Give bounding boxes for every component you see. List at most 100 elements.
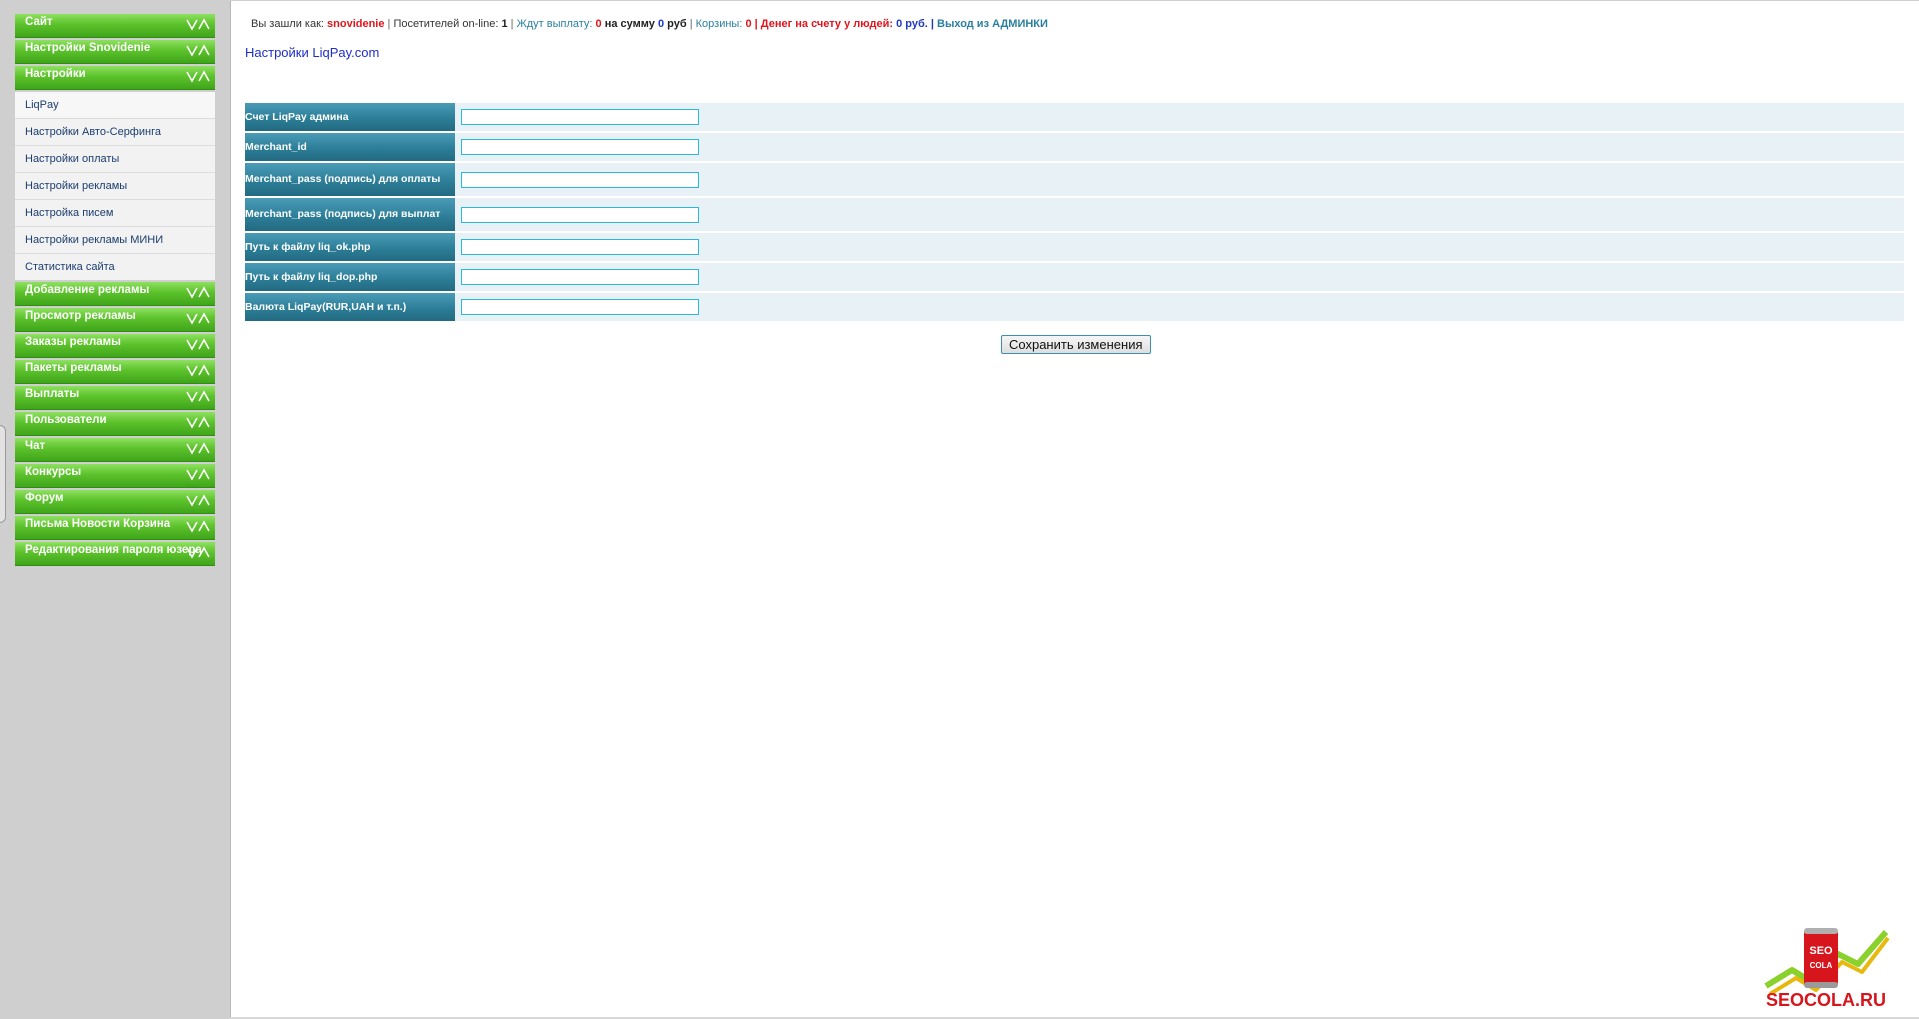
waiting-payout-label[interactable]: Ждут выплату: — [517, 18, 593, 30]
chevron-down-icon — [186, 312, 210, 325]
separator: | — [689, 18, 693, 30]
menu-group-label: Конкурсы — [25, 466, 82, 478]
sidebar-item-ad-settings[interactable]: Настройки рекламы — [15, 173, 215, 200]
menu-group-contests[interactable]: Конкурсы — [15, 464, 215, 488]
menu-group-label: Просмотр рекламы — [25, 310, 136, 322]
separator: | — [387, 18, 391, 30]
chevron-down-icon — [186, 338, 210, 351]
logo-can-text-bottom: COLA — [1810, 961, 1833, 970]
field-label: Merchant_pass (подпись) для оплаты — [245, 163, 455, 196]
separator: | — [930, 18, 934, 30]
form-row: Путь к файлу liq_ok.php — [245, 233, 1904, 261]
menu-group-chat[interactable]: Чат — [15, 438, 215, 462]
menu-group-label: Настройки — [25, 68, 86, 80]
side-tab-handle[interactable] — [0, 425, 6, 523]
admin-account-input[interactable] — [461, 109, 699, 125]
settings-submenu: LiqPay Настройки Авто-Серфинга Настройки… — [15, 92, 215, 280]
status-bar: Вы зашли как: snovidenie | Посетителей o… — [251, 18, 1048, 30]
menu-group-add-ads[interactable]: Добавление рекламы — [15, 282, 215, 306]
exit-admin-link[interactable]: Выход из АДМИНКИ — [937, 18, 1048, 30]
carts-count: 0 — [745, 18, 752, 30]
menu-group-site[interactable]: Сайт — [15, 14, 215, 38]
menu-group-label: Настройки Snovidenie — [25, 42, 151, 54]
money-on-accounts-label: | Денег на счету у людей: — [754, 18, 894, 30]
field-label: Путь к файлу liq_ok.php — [245, 233, 455, 261]
chevron-down-icon — [186, 494, 210, 507]
form-row: Валюта LiqPay(RUR,UAH и т.п.) — [245, 293, 1904, 321]
carts-label[interactable]: Корзины: — [696, 18, 743, 30]
field-cell — [455, 263, 1904, 291]
sidebar-item-mini-ad-settings[interactable]: Настройки рекламы МИНИ — [15, 227, 215, 254]
chevron-down-icon — [186, 286, 210, 299]
merchant-pass-payout-input[interactable] — [461, 206, 699, 223]
sidebar-menu: Сайт Настройки Snovidenie Настройки LiqP… — [15, 14, 215, 568]
field-label: Валюта LiqPay(RUR,UAH и т.п.) — [245, 293, 455, 321]
menu-group-label: Выплаты — [25, 388, 80, 400]
form-row: Merchant_pass (подпись) для оплаты — [245, 163, 1904, 196]
chevron-down-icon — [186, 520, 210, 533]
logo-can-text-top: SEO — [1809, 945, 1833, 957]
sidebar-item-payment-settings[interactable]: Настройки оплаты — [15, 146, 215, 173]
menu-group-label: Письма Новости Корзина — [25, 518, 171, 530]
menu-group-label: Редактирования пароля юзера — [25, 544, 202, 556]
menu-group-user-password-edit[interactable]: Редактирования пароля юзера — [15, 542, 215, 566]
menu-group-label: Пакеты рекламы — [25, 362, 122, 374]
field-cell — [455, 198, 1904, 231]
form-row: Путь к файлу liq_dop.php — [245, 263, 1904, 291]
logged-in-label: Вы зашли как: — [251, 18, 324, 30]
main-content: Вы зашли как: snovidenie | Посетителей o… — [230, 1, 1919, 1019]
menu-group-users[interactable]: Пользователи — [15, 412, 215, 436]
liq-ok-path-input[interactable] — [461, 239, 699, 255]
username: snovidenie — [327, 18, 385, 30]
menu-group-ad-packages[interactable]: Пакеты рекламы — [15, 360, 215, 384]
field-label: Merchant_pass (подпись) для выплат — [245, 198, 455, 231]
menu-group-view-ads[interactable]: Просмотр рекламы — [15, 308, 215, 332]
merchant-pass-payment-input[interactable] — [461, 171, 699, 188]
sum-value: 0 — [657, 18, 665, 30]
chevron-down-icon — [186, 468, 210, 481]
field-cell — [455, 163, 1904, 196]
chevron-up-icon — [186, 70, 210, 83]
currency-input[interactable] — [461, 299, 699, 315]
menu-group-label: Сайт — [25, 16, 53, 28]
menu-group-forum[interactable]: Форум — [15, 490, 215, 514]
sidebar-item-site-stats[interactable]: Статистика сайта — [15, 254, 215, 280]
waiting-payout-count: 0 — [595, 18, 602, 30]
menu-group-snovidenie-settings[interactable]: Настройки Snovidenie — [15, 40, 215, 64]
chevron-down-icon — [186, 44, 210, 57]
field-label: Merchant_id — [245, 133, 455, 161]
page-title: Настройки LiqPay.com — [245, 45, 380, 60]
merchant-id-input[interactable] — [461, 139, 699, 155]
menu-group-label: Форум — [25, 492, 64, 504]
sum-label: на сумму — [604, 18, 655, 30]
sidebar-item-autosurf-settings[interactable]: Настройки Авто-Серфинга — [15, 119, 215, 146]
field-cell — [455, 293, 1904, 321]
online-label: Посетителей on-line: — [393, 18, 499, 30]
field-label: Путь к файлу liq_dop.php — [245, 263, 455, 291]
form-row: Merchant_pass (подпись) для выплат — [245, 198, 1904, 231]
field-cell — [455, 103, 1904, 131]
sidebar-item-mail-settings[interactable]: Настройка писем — [15, 200, 215, 227]
save-changes-button[interactable]: Сохранить изменения — [1001, 335, 1151, 354]
menu-group-settings[interactable]: Настройки — [15, 66, 215, 90]
liq-dop-path-input[interactable] — [461, 269, 699, 285]
form-row: Счет LiqPay админа — [245, 103, 1904, 131]
chevron-down-icon — [186, 390, 210, 403]
menu-group-label: Чат — [25, 440, 46, 452]
liqpay-settings-form: Счет LiqPay админа Merchant_id Merchant_… — [245, 101, 1904, 323]
logo-text: SEOCOLA.RU — [1766, 990, 1887, 1010]
menu-group-ad-orders[interactable]: Заказы рекламы — [15, 334, 215, 358]
sidebar-item-liqpay[interactable]: LiqPay — [15, 92, 215, 119]
menu-group-mail-news-cart[interactable]: Письма Новости Корзина — [15, 516, 215, 540]
chevron-down-icon — [186, 18, 210, 31]
menu-group-label: Заказы рекламы — [25, 336, 121, 348]
chevron-down-icon — [186, 364, 210, 377]
online-count: 1 — [501, 18, 508, 30]
menu-group-payouts[interactable]: Выплаты — [15, 386, 215, 410]
field-cell — [455, 233, 1904, 261]
chevron-down-icon — [186, 546, 210, 559]
currency: руб — [667, 18, 687, 30]
separator: | — [510, 18, 514, 30]
menu-group-label: Пользователи — [25, 414, 107, 426]
money-on-accounts-value: 0 руб. — [896, 18, 928, 30]
